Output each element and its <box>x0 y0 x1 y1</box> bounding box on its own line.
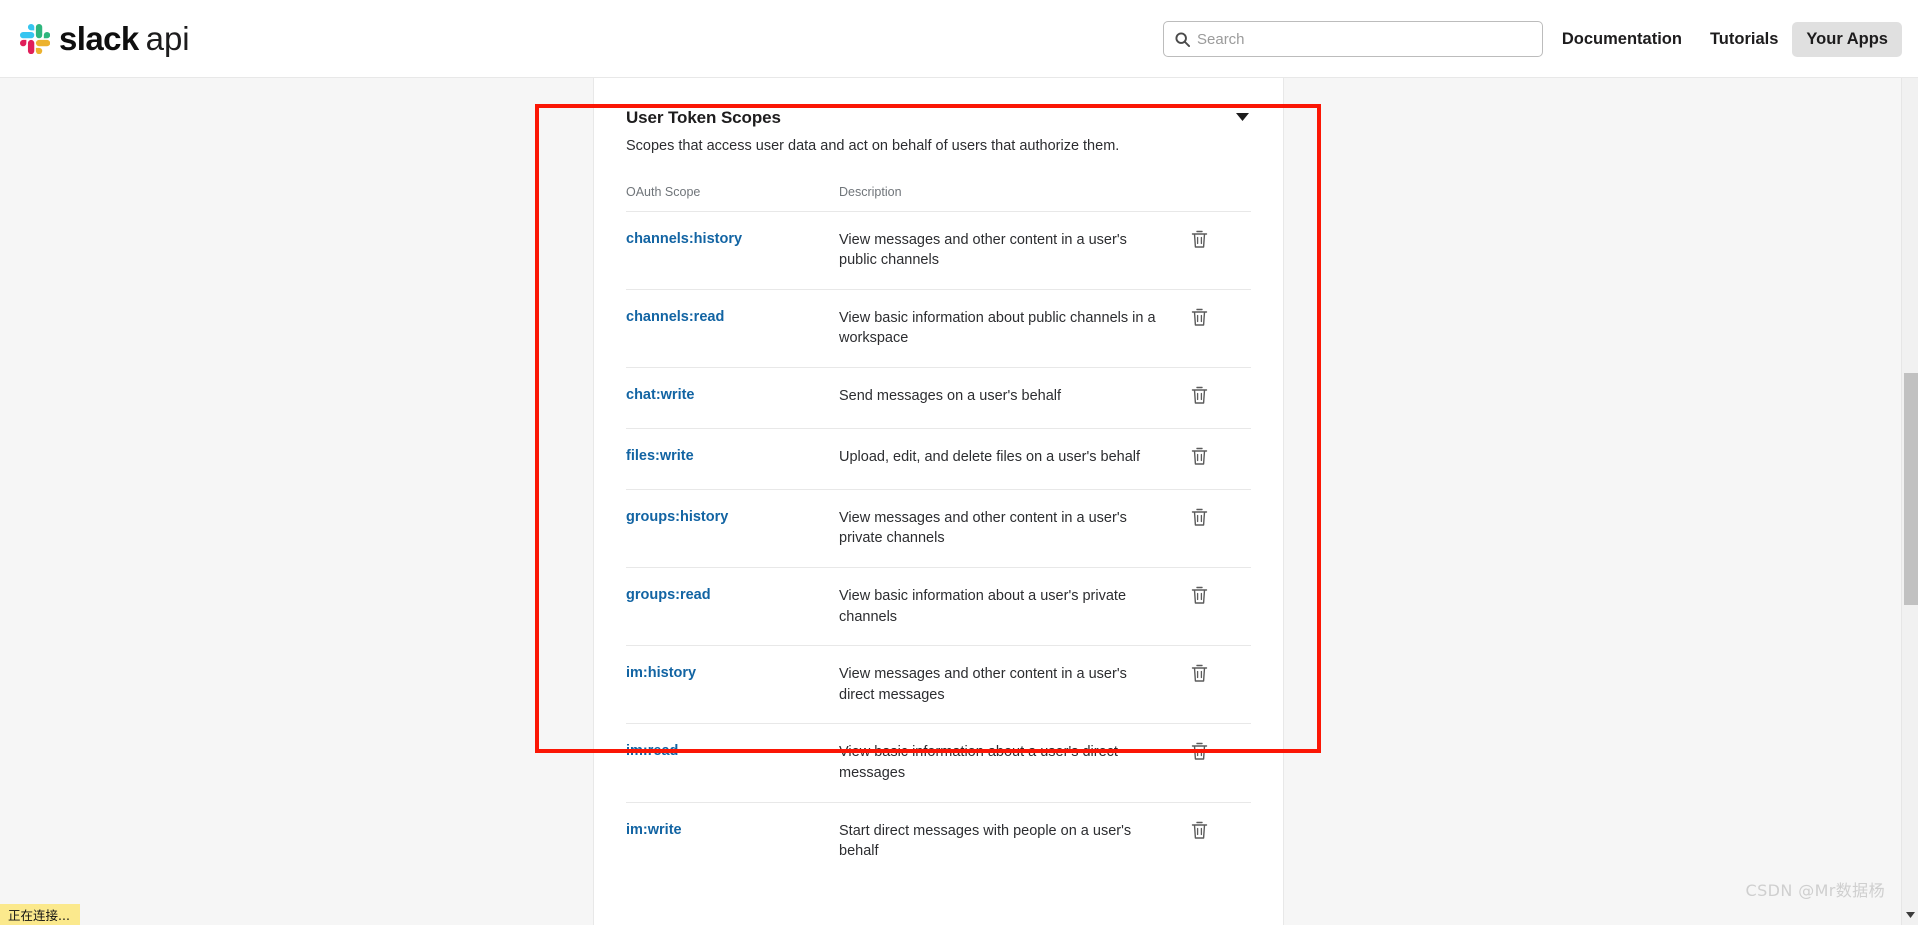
table-row: im:history View messages and other conten… <box>626 645 1251 724</box>
scope-description: Start direct messages with people on a u… <box>839 822 1132 860</box>
scopes-table-head: OAuth Scope Description <box>626 185 1251 212</box>
table-row: chat:write Send messages on a user's beha… <box>626 366 1251 429</box>
scope-actions-cell <box>1191 488 1251 568</box>
scope-description: View messages and other content in a use… <box>839 509 1127 547</box>
trash-icon[interactable] <box>1191 508 1208 527</box>
scope-description: Send messages on a user's behalf <box>839 387 1062 404</box>
slack-logo-icon <box>20 23 50 54</box>
scope-name-cell: groups:read <box>626 567 839 646</box>
card-title: User Token Scopes <box>626 108 781 127</box>
table-row: files:write Upload, edit, and delete file… <box>626 427 1251 490</box>
scope-actions-cell <box>1191 801 1251 880</box>
trash-icon[interactable] <box>1191 447 1208 466</box>
status-bar-text: 正在连接... <box>8 908 70 923</box>
trash-icon[interactable] <box>1191 230 1208 249</box>
table-row: im:read View basic information about a us… <box>626 723 1251 802</box>
card-subtitle: Scopes that access user data and act on … <box>626 138 1120 154</box>
table-row: groups:history View messages and other co… <box>626 488 1251 568</box>
scope-description: Upload, edit, and delete files on a user… <box>839 448 1141 465</box>
scope-description-cell: Send messages on a user's behalf <box>839 366 1191 429</box>
scope-actions-cell <box>1191 645 1251 724</box>
scope-description-cell: View messages and other content in a use… <box>839 488 1191 568</box>
scope-description-cell: Upload, edit, and delete files on a user… <box>839 427 1191 490</box>
scope-description: View messages and other content in a use… <box>839 666 1127 703</box>
slack-api-logo[interactable]: slack api <box>20 0 190 77</box>
table-header-row: OAuth Scope Description <box>626 185 1251 212</box>
column-header-description: Description <box>839 184 902 199</box>
column-header-actions <box>1191 185 1251 212</box>
chevron-down-icon[interactable] <box>1233 108 1251 126</box>
card-header: User Token Scopes Scopes that access use… <box>626 104 1251 157</box>
search-input[interactable] <box>1197 30 1531 48</box>
table-row: channels:history View messages and other … <box>626 210 1251 290</box>
scope-name-cell: groups:history <box>626 488 839 568</box>
scope-link[interactable]: files:write <box>626 448 694 464</box>
scope-actions-cell <box>1191 427 1251 490</box>
scope-name-cell: im:history <box>626 645 839 724</box>
scope-description: View messages and other content in a use… <box>839 231 1127 269</box>
browser-status-bar: 正在连接... <box>0 904 80 925</box>
chevron-down-icon[interactable] <box>1902 907 1918 923</box>
scope-description: View basic information about a user's pr… <box>839 588 1127 625</box>
scope-link[interactable]: channels:history <box>626 231 742 247</box>
scope-link[interactable]: channels:read <box>626 309 724 325</box>
scope-description: View basic information about public chan… <box>839 309 1156 347</box>
scope-name-cell: channels:history <box>626 210 839 290</box>
scope-name-cell: channels:read <box>626 288 839 368</box>
scope-description-cell: View basic information about public chan… <box>839 288 1191 368</box>
logo-brand-text: slack <box>59 20 139 57</box>
scope-link[interactable]: groups:history <box>626 509 728 525</box>
scope-link[interactable]: im:history <box>626 665 696 681</box>
header-nav: Documentation Tutorials Your Apps <box>1548 0 1902 78</box>
scope-link[interactable]: im:read <box>626 743 678 759</box>
scope-description: View basic information about a user's di… <box>839 744 1118 781</box>
scopes-table: OAuth Scope Description channels:history… <box>626 185 1251 880</box>
scope-actions-cell <box>1191 723 1251 802</box>
search-icon <box>1175 31 1190 47</box>
top-header-bar: slack api Documentation Tutorials Your A… <box>0 0 1918 78</box>
trash-icon[interactable] <box>1191 386 1208 405</box>
scopes-table-body: channels:history View messages and other … <box>626 210 1251 880</box>
trash-icon[interactable] <box>1191 308 1208 327</box>
scope-name-cell: im:read <box>626 723 839 802</box>
scope-actions-cell <box>1191 210 1251 290</box>
scope-description-cell: Start direct messages with people on a u… <box>839 801 1191 880</box>
vertical-scrollbar-thumb[interactable] <box>1904 373 1918 605</box>
content-column: User Token Scopes Scopes that access use… <box>593 78 1284 925</box>
table-row: im:write Start direct messages with peopl… <box>626 801 1251 880</box>
scope-name-cell: chat:write <box>626 366 839 429</box>
scope-actions-cell <box>1191 567 1251 646</box>
trash-icon[interactable] <box>1191 586 1208 605</box>
trash-icon[interactable] <box>1191 742 1208 761</box>
scope-description-cell: View basic information about a user's di… <box>839 723 1191 802</box>
scope-description-cell: View messages and other content in a use… <box>839 645 1191 724</box>
scope-link[interactable]: im:write <box>626 822 682 838</box>
scope-link[interactable]: groups:read <box>626 587 711 603</box>
nav-link-tutorials[interactable]: Tutorials <box>1696 22 1792 57</box>
user-token-scopes-card: User Token Scopes Scopes that access use… <box>594 104 1283 880</box>
scope-link[interactable]: chat:write <box>626 387 695 403</box>
table-row: channels:read View basic information abou… <box>626 288 1251 368</box>
scope-actions-cell <box>1191 288 1251 368</box>
nav-link-your-apps[interactable]: Your Apps <box>1792 21 1902 57</box>
scope-description-cell: View basic information about a user's pr… <box>839 567 1191 646</box>
logo-product-text: api <box>145 20 190 57</box>
scope-name-cell: im:write <box>626 801 839 880</box>
vertical-scrollbar-track[interactable] <box>1901 78 1918 925</box>
table-row: groups:read View basic information about … <box>626 567 1251 646</box>
nav-link-documentation[interactable]: Documentation <box>1548 22 1696 57</box>
scope-description-cell: View messages and other content in a use… <box>839 210 1191 290</box>
column-header-oauth-scope: OAuth Scope <box>626 184 701 199</box>
scope-name-cell: files:write <box>626 427 839 490</box>
trash-icon[interactable] <box>1191 821 1208 840</box>
search-box[interactable] <box>1163 21 1543 57</box>
scope-actions-cell <box>1191 366 1251 429</box>
trash-icon[interactable] <box>1191 664 1208 683</box>
